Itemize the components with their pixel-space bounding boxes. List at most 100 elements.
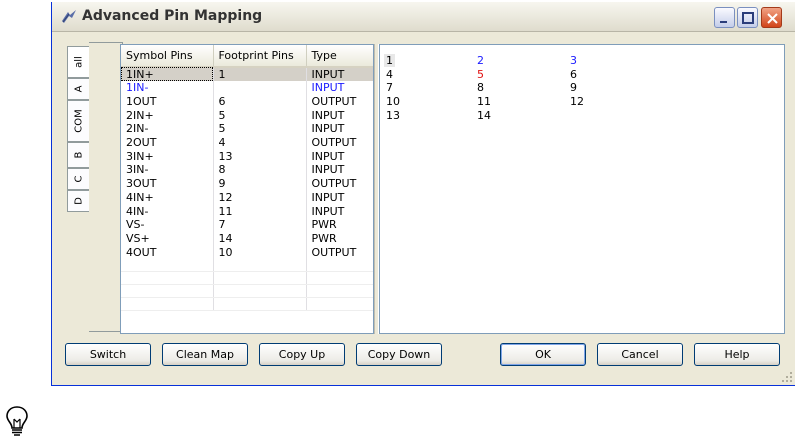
footprint-pin-cell[interactable] <box>213 81 307 95</box>
symbol-pin-cell[interactable]: 1IN+ <box>121 67 214 81</box>
type-cell[interactable]: INPUT <box>306 122 373 136</box>
close-button[interactable] <box>761 7 782 28</box>
table-row[interactable]: 4IN- 11 INPUT <box>121 204 373 218</box>
minimize-button[interactable] <box>714 7 735 28</box>
symbol-pin-cell[interactable]: VS+ <box>121 231 214 246</box>
footprint-pin-cell[interactable]: 1 <box>213 67 307 81</box>
symbol-pin-cell[interactable]: 3IN+ <box>121 149 214 164</box>
ok-button[interactable]: OK <box>500 343 586 366</box>
footprint-pin-8[interactable]: 8 <box>477 81 484 94</box>
symbol-pin-cell[interactable]: 2OUT <box>121 135 214 150</box>
symbol-pin-cell[interactable]: 1OUT <box>121 94 214 109</box>
copy-down-button[interactable]: Copy Down <box>356 343 442 366</box>
type-cell[interactable]: PWR <box>306 231 373 246</box>
table-row[interactable]: 3IN+ 13 INPUT <box>121 149 373 164</box>
table-row[interactable]: 3OUT 9 OUTPUT <box>121 176 373 191</box>
footprint-pin-cell[interactable]: 12 <box>213 190 307 205</box>
type-cell[interactable]: INPUT <box>306 149 373 164</box>
symbol-pin-cell[interactable]: 4IN- <box>121 204 214 218</box>
table-row[interactable]: 2IN- 5 INPUT <box>121 122 373 136</box>
table-row[interactable]: 4OUT 10 OUTPUT <box>121 245 373 259</box>
type-cell[interactable]: INPUT <box>306 190 373 205</box>
footprint-pin-cell[interactable]: 5 <box>213 122 307 136</box>
type-cell[interactable]: OUTPUT <box>306 135 373 150</box>
tab-label: COM <box>73 109 84 133</box>
footprint-pin-14[interactable]: 14 <box>477 109 491 122</box>
footprint-pins-panel[interactable]: 1 2 3 4 5 6 7 8 9 10 11 12 13 14 <box>379 44 785 334</box>
footprint-pin-10[interactable]: 10 <box>386 95 400 108</box>
type-cell[interactable]: INPUT <box>306 81 373 95</box>
column-header-type[interactable]: Type <box>306 45 373 68</box>
footprint-pin-6[interactable]: 6 <box>570 68 577 81</box>
symbol-pin-cell[interactable]: 4OUT <box>121 245 214 259</box>
type-cell[interactable]: PWR <box>306 217 373 232</box>
table-row[interactable]: VS- 7 PWR <box>121 217 373 232</box>
table-row[interactable]: 1IN- INPUT <box>121 81 373 95</box>
footprint-pin-1[interactable]: 1 <box>384 54 395 67</box>
window-title: Advanced Pin Mapping <box>82 8 263 24</box>
footprint-pin-11[interactable]: 11 <box>477 95 491 108</box>
clean-map-button[interactable]: Clean Map <box>162 343 248 366</box>
footprint-pin-2[interactable]: 2 <box>477 54 484 67</box>
tab-label: C <box>73 175 84 183</box>
pin-mapping-table-panel[interactable]: Symbol Pins Footprint Pins Type 1IN+ 1 INP… <box>120 44 374 334</box>
tab-a[interactable]: A <box>67 78 89 100</box>
tab-d[interactable]: D <box>67 190 89 212</box>
footprint-pin-cell[interactable]: 7 <box>213 217 307 232</box>
table-row[interactable]: VS+ 14 PWR <box>121 231 373 246</box>
type-cell[interactable]: OUTPUT <box>306 94 373 109</box>
symbol-pin-cell[interactable]: 1IN- <box>121 81 214 95</box>
empty-cell <box>213 284 307 299</box>
tab-all[interactable]: all <box>67 46 89 78</box>
copy-up-button[interactable]: Copy Up <box>259 343 345 366</box>
tab-com[interactable]: COM <box>67 100 89 142</box>
table-row[interactable]: 1OUT 6 OUTPUT <box>121 94 373 109</box>
type-cell[interactable]: OUTPUT <box>306 245 373 259</box>
table-row[interactable]: 2IN+ 5 INPUT <box>121 108 373 123</box>
footprint-pin-4[interactable]: 4 <box>386 68 393 81</box>
footprint-pin-9[interactable]: 9 <box>570 81 577 94</box>
symbol-pin-cell[interactable]: 2IN- <box>121 122 214 136</box>
footprint-pin-cell[interactable]: 11 <box>213 204 307 218</box>
footprint-pin-cell[interactable]: 6 <box>213 94 307 109</box>
footprint-pin-cell[interactable]: 10 <box>213 245 307 259</box>
cancel-button[interactable]: Cancel <box>597 343 683 366</box>
table-row[interactable]: 4IN+ 12 INPUT <box>121 190 373 205</box>
title-bar[interactable]: Advanced Pin Mapping <box>52 2 795 32</box>
type-cell[interactable]: OUTPUT <box>306 176 373 191</box>
table-row[interactable]: 1IN+ 1 INPUT <box>121 67 373 81</box>
type-cell[interactable]: INPUT <box>306 108 373 123</box>
symbol-pin-cell[interactable]: 3OUT <box>121 176 214 191</box>
empty-row <box>121 297 373 312</box>
tab-c[interactable]: C <box>67 168 89 190</box>
help-button[interactable]: Help <box>694 343 780 366</box>
pin-mapping-table: Symbol Pins Footprint Pins Type 1IN+ 1 INP… <box>121 45 373 312</box>
column-header-footprint-pins[interactable]: Footprint Pins <box>213 45 307 68</box>
footprint-pin-13[interactable]: 13 <box>386 109 400 122</box>
footprint-pin-3[interactable]: 3 <box>570 54 577 67</box>
footprint-pin-7[interactable]: 7 <box>386 81 393 94</box>
footprint-pin-cell[interactable]: 9 <box>213 176 307 191</box>
empty-row <box>121 271 373 286</box>
symbol-pin-cell[interactable]: 4IN+ <box>121 190 214 205</box>
type-cell[interactable]: INPUT <box>306 204 373 218</box>
resize-grip-icon[interactable] <box>781 371 793 383</box>
symbol-pin-cell[interactable]: 2IN+ <box>121 108 214 123</box>
type-cell[interactable]: INPUT <box>306 67 373 81</box>
footprint-pin-cell[interactable]: 4 <box>213 135 307 150</box>
maximize-button[interactable] <box>737 7 758 28</box>
footprint-pin-12[interactable]: 12 <box>570 95 584 108</box>
footprint-pin-cell[interactable]: 13 <box>213 149 307 164</box>
footprint-pin-cell[interactable]: 5 <box>213 108 307 123</box>
column-header-symbol-pins[interactable]: Symbol Pins <box>121 45 214 68</box>
footprint-pin-cell[interactable]: 14 <box>213 231 307 246</box>
type-cell[interactable]: INPUT <box>306 163 373 177</box>
table-row[interactable]: 3IN- 8 INPUT <box>121 163 373 177</box>
tab-b[interactable]: B <box>67 142 89 168</box>
footprint-pin-5[interactable]: 5 <box>477 68 484 81</box>
table-row[interactable]: 2OUT 4 OUTPUT <box>121 135 373 150</box>
switch-button[interactable]: Switch <box>65 343 151 366</box>
symbol-pin-cell[interactable]: 3IN- <box>121 163 214 177</box>
footprint-pin-cell[interactable]: 8 <box>213 163 307 177</box>
symbol-pin-cell[interactable]: VS- <box>121 217 214 232</box>
